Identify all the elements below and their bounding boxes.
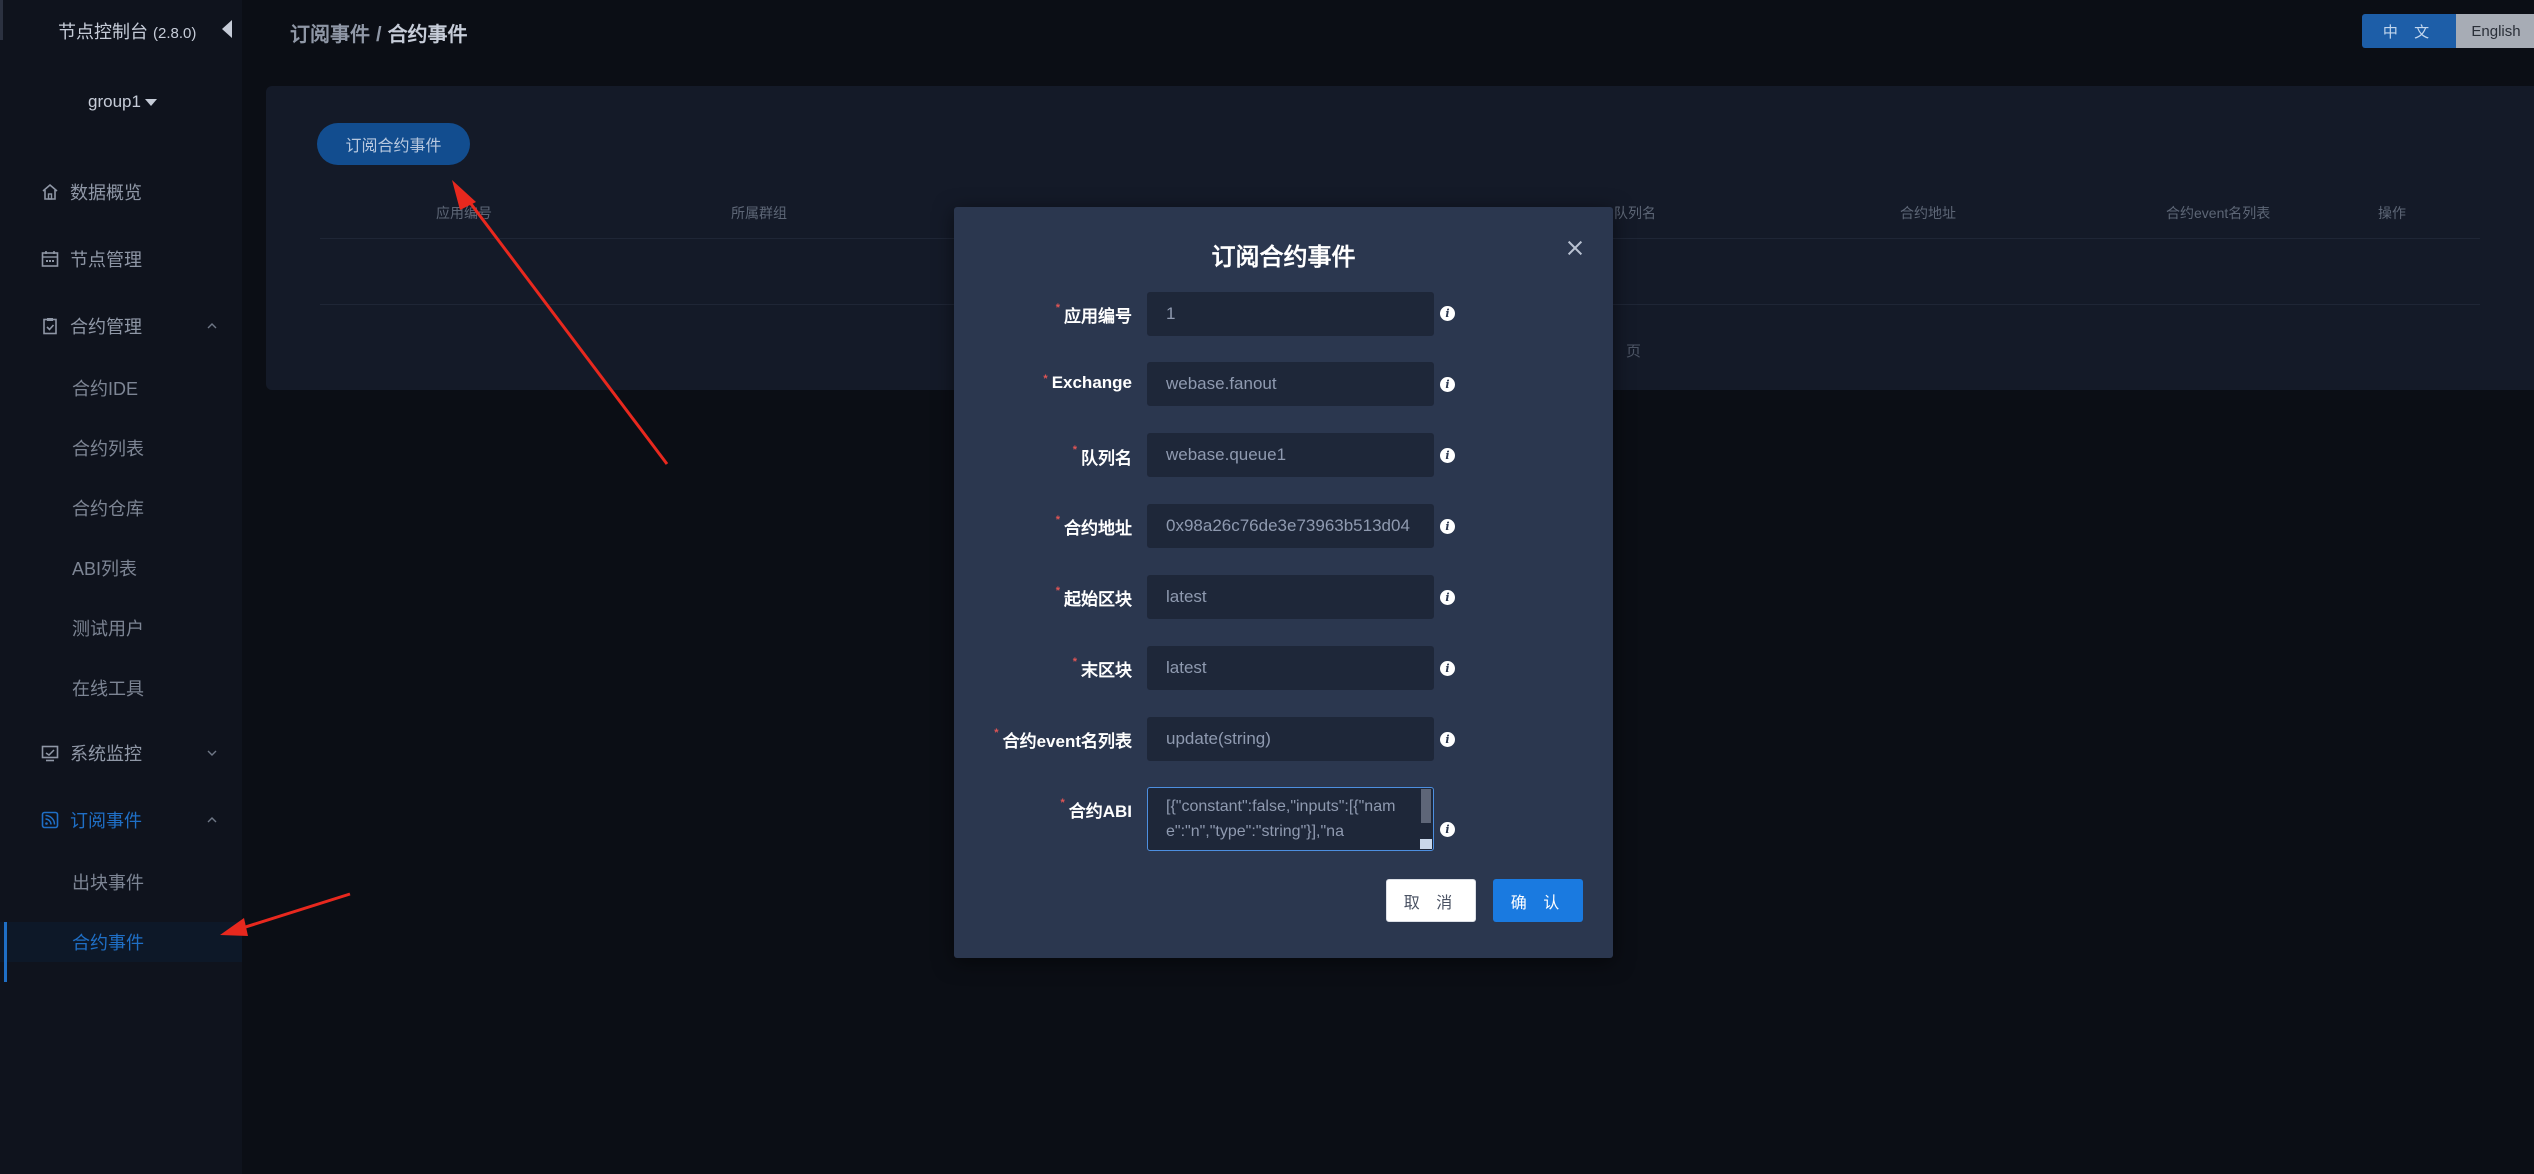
field-label-text: 合约ABI xyxy=(1068,802,1132,821)
field-label-text: 起始区块 xyxy=(1064,590,1132,609)
field-label-text: 合约event名列表 xyxy=(1002,732,1132,751)
info-icon[interactable]: i xyxy=(1440,590,1455,605)
info-icon[interactable]: i xyxy=(1440,732,1455,747)
required-marker: * xyxy=(994,727,999,739)
contract-abi-textarea[interactable]: [{"constant":false,"inputs":[{"name":"n"… xyxy=(1147,787,1434,851)
field-label-queue: * 队列名 xyxy=(954,444,1132,469)
exchange-input[interactable] xyxy=(1147,362,1434,406)
dialog-title: 订阅合约事件 xyxy=(1211,244,1356,271)
close-icon[interactable] xyxy=(1564,237,1586,259)
from-block-input[interactable] xyxy=(1147,575,1434,619)
field-label-text: 末区块 xyxy=(1081,661,1132,680)
info-icon[interactable]: i xyxy=(1440,822,1455,837)
field-label-text: 合约地址 xyxy=(1064,519,1132,538)
required-marker: * xyxy=(1043,373,1048,385)
info-icon[interactable]: i xyxy=(1440,377,1455,392)
info-icon[interactable]: i xyxy=(1440,519,1455,534)
field-label-text: 应用编号 xyxy=(1064,307,1132,326)
required-marker: * xyxy=(1055,302,1060,314)
to-block-input[interactable] xyxy=(1147,646,1434,690)
event-name-list-input[interactable] xyxy=(1147,717,1434,761)
cancel-button[interactable]: 取 消 xyxy=(1386,879,1476,922)
field-label-contract-address: * 合约地址 xyxy=(954,514,1132,539)
info-icon[interactable]: i xyxy=(1440,661,1455,676)
required-marker: * xyxy=(1072,656,1077,668)
field-label-from-block: * 起始区块 xyxy=(954,585,1132,610)
required-marker: * xyxy=(1055,514,1060,526)
field-label-text: 队列名 xyxy=(1081,449,1132,468)
app-id-input[interactable] xyxy=(1147,292,1434,336)
field-label-app-id: * 应用编号 xyxy=(954,302,1132,327)
field-label-text: Exchange xyxy=(1051,373,1132,392)
field-label-event-list: * 合约event名列表 xyxy=(954,727,1132,752)
info-icon[interactable]: i xyxy=(1440,306,1455,321)
info-icon[interactable]: i xyxy=(1440,448,1455,463)
queue-name-input[interactable] xyxy=(1147,433,1434,477)
textarea-scrollbar[interactable] xyxy=(1421,789,1431,823)
contract-address-input[interactable] xyxy=(1147,504,1434,548)
required-marker: * xyxy=(1072,444,1077,456)
field-label-to-block: * 末区块 xyxy=(954,656,1132,681)
required-marker: * xyxy=(1060,797,1065,809)
confirm-button[interactable]: 确 认 xyxy=(1493,879,1583,922)
field-label-exchange: * Exchange xyxy=(954,373,1132,393)
resize-handle-icon[interactable] xyxy=(1420,839,1432,849)
required-marker: * xyxy=(1055,585,1060,597)
field-label-contract-abi: * 合约ABI xyxy=(954,797,1132,822)
